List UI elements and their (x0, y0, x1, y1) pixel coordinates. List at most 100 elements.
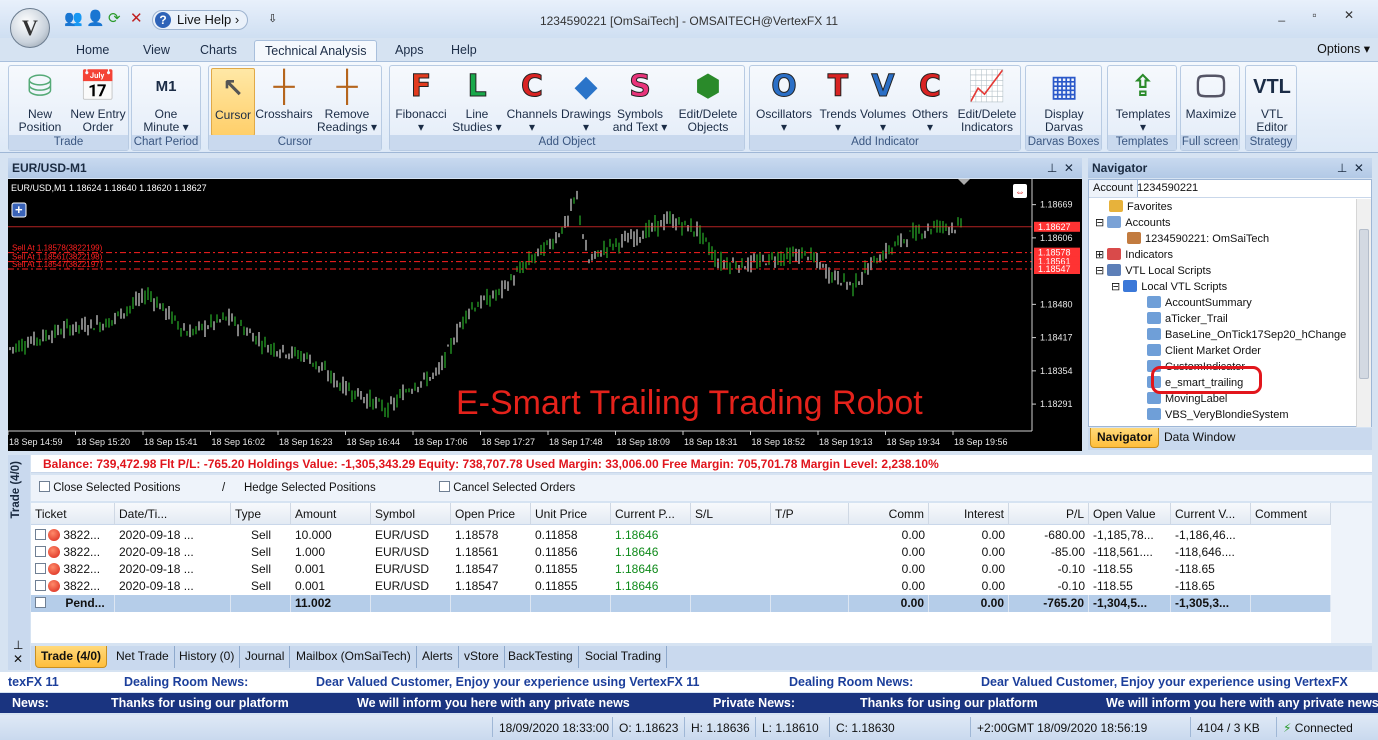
checkbox[interactable] (439, 481, 450, 492)
tree-item-vtl-local-scripts[interactable]: ⊟ VTL Local Scripts (1095, 263, 1211, 279)
drawings-button[interactable]: ◆ Drawings ▾ (560, 68, 612, 136)
column-header[interactable]: Ticket (31, 503, 115, 525)
tab-mailbox[interactable]: Mailbox (OmSaiTech) (291, 646, 417, 668)
tab-net-trade[interactable]: Net Trade (111, 646, 175, 668)
navigator-scrollbar[interactable] (1356, 199, 1371, 427)
tree-item-accounts[interactable]: ⊟ Accounts (1095, 215, 1171, 231)
row-checkbox[interactable] (35, 563, 46, 574)
tab-history[interactable]: History (0) (174, 646, 241, 668)
pending-total-row[interactable]: Pend... 11.002 0.00 0.00 -765.20 -1,304,5... -… (31, 595, 1331, 612)
table-cell: -118,561.... (1093, 545, 1153, 559)
tab-backtesting[interactable]: BackTesting (503, 646, 579, 668)
cancel-selected-orders[interactable]: Cancel Selected Orders (439, 475, 575, 501)
tab-vstore[interactable]: vStore (459, 646, 505, 668)
column-header[interactable]: Date/Ti... (115, 503, 231, 525)
column-header[interactable]: Open Value (1089, 503, 1171, 525)
table-row[interactable]: 3822... 2020-09-18 ... Sell 1.000 EUR/USD 1.1… (31, 544, 1331, 561)
tree-item-favorites[interactable]: Favorites (1109, 199, 1172, 215)
row-checkbox[interactable] (35, 529, 46, 540)
checkbox[interactable] (39, 481, 50, 492)
tab-home[interactable]: Home (66, 40, 119, 62)
column-header[interactable]: Unit Price (531, 503, 611, 525)
row-checkbox[interactable] (35, 580, 46, 591)
new-entry-order-button[interactable]: 📅 New Entry Order (67, 68, 129, 136)
display-darvas-boxes-button[interactable]: ▦ Display Darvas Boxes (1028, 68, 1100, 147)
table-row[interactable]: 3822... 2020-09-18 ... Sell 0.001 EUR/USD 1.1… (31, 561, 1331, 578)
edit-delete-indicators-button[interactable]: 📈 Edit/Delete Indicators (954, 68, 1020, 136)
price-chart[interactable]: Sell At 1.18578(3822199) Sell At 1.18561(… (8, 179, 1082, 451)
pin-close-icons[interactable]: ⊥ ✕ (13, 638, 23, 666)
tab-alerts[interactable]: Alerts (417, 646, 459, 668)
volumes-button[interactable]: V Volumes ▾ (858, 68, 908, 136)
table-cell (771, 527, 849, 544)
new-position-button[interactable]: ⛁ New Position (11, 68, 69, 136)
chart-canvas[interactable]: Sell At 1.18578(3822199)Sell At 1.18561(… (8, 179, 1082, 451)
channels-button[interactable]: C Channels ▾ (504, 68, 560, 136)
remove-readings-button[interactable]: ┼ Remove Readings ▾ (315, 68, 379, 136)
column-header[interactable]: Current V... (1171, 503, 1251, 525)
column-header[interactable]: Comment (1251, 503, 1331, 525)
column-header[interactable]: Comm (849, 503, 929, 525)
maximize-button[interactable]: 🖵 Maximize (1183, 68, 1239, 136)
tab-social-trading[interactable]: Social Trading (580, 646, 668, 668)
others-button[interactable]: C Others ▾ (908, 68, 952, 136)
column-header[interactable]: P/L (1009, 503, 1089, 525)
tree-item-script[interactable]: AccountSummary (1147, 295, 1252, 311)
tree-item-script[interactable]: Client Market Order (1147, 343, 1261, 359)
oscillators-button[interactable]: O Oscillators ▾ (752, 68, 816, 136)
tree-item-indicators[interactable]: ⊞ Indicators (1095, 247, 1173, 263)
column-header[interactable]: Symbol (371, 503, 451, 525)
symbols-text-button[interactable]: S Symbols and Text ▾ (612, 68, 668, 136)
options-menu[interactable]: Options ▾ (1317, 41, 1370, 56)
indicators-icon (1107, 248, 1122, 260)
tab-trade[interactable]: Trade (4/0) (35, 646, 108, 668)
column-header[interactable]: Type (231, 503, 291, 525)
news-ticker-dealing: texFX 11 Dealing Room News: Dear Valued … (0, 672, 1378, 692)
scroll-thumb[interactable] (1359, 229, 1369, 379)
pin-close-icons[interactable]: ⊥ ✕ (1337, 158, 1364, 178)
trends-button[interactable]: T Trends ▾ (816, 68, 860, 136)
hedge-selected-positions[interactable]: Hedge Selected Positions (244, 475, 376, 501)
tree-item-account[interactable]: 1234590221: OmSaiTech (1127, 231, 1269, 247)
vtl-editor-button[interactable]: VTL VTL Editor (1248, 68, 1296, 136)
label: Objects (687, 120, 729, 134)
templates-button[interactable]: ⇪ Templates ▾ (1110, 68, 1176, 136)
column-header[interactable]: Current P... (611, 503, 691, 525)
app-logo-button[interactable]: V (10, 8, 50, 48)
edit-delete-objects-button[interactable]: ⬢ Edit/Delete Objects (674, 68, 742, 136)
tree-item-script[interactable]: VBS_VeryBlondieSystem (1147, 407, 1289, 423)
tab-help[interactable]: Help (441, 40, 487, 62)
tree-item-script[interactable]: BaseLine_OnTick17Sep20_hChange (1147, 327, 1346, 343)
tab-charts[interactable]: Charts (190, 40, 247, 62)
column-header[interactable]: T/P (771, 503, 849, 525)
one-minute-button[interactable]: M1 One Minute ▾ (134, 68, 198, 136)
column-header[interactable]: Amount (291, 503, 371, 525)
cursor-button[interactable]: ↖ Cursor (211, 68, 255, 136)
tab-technical-analysis[interactable]: Technical Analysis (254, 40, 378, 62)
sell-price-tag: 1.18547 (1038, 264, 1071, 274)
tab-apps[interactable]: Apps (385, 40, 434, 62)
window-controls[interactable]: _ ▫ ✕ (1278, 8, 1366, 22)
line-studies-button[interactable]: L Line Studies ▾ (450, 68, 504, 136)
fibonacci-button[interactable]: F Fibonacci ▾ (392, 68, 450, 136)
tab-data-window[interactable]: Data Window (1158, 428, 1241, 448)
tab-view[interactable]: View (133, 40, 180, 62)
pin-close-icons[interactable]: ⊥ ✕ (1047, 158, 1074, 178)
table-row[interactable]: 3822... 2020-09-18 ... Sell 10.000 EUR/USD 1.… (31, 527, 1331, 544)
row-checkbox[interactable] (35, 546, 46, 557)
table-cell (771, 544, 849, 561)
tree-item-script[interactable]: aTicker_Trail (1147, 311, 1228, 327)
time-tick-label: 18 Sep 19:34 (887, 437, 941, 447)
group-templates: ⇪ Templates ▾ Templates (1107, 65, 1177, 151)
table-row[interactable]: 3822... 2020-09-18 ... Sell 0.001 EUR/USD 1.1… (31, 578, 1331, 595)
volumes-icon: V (871, 69, 895, 105)
column-header[interactable]: S/L (691, 503, 771, 525)
column-header[interactable]: Interest (929, 503, 1009, 525)
crosshairs-button[interactable]: ┼ Crosshairs (255, 68, 313, 136)
row-checkbox[interactable] (35, 597, 46, 608)
tab-navigator[interactable]: Navigator (1090, 428, 1160, 448)
close-selected-positions[interactable]: Close Selected Positions (39, 475, 180, 501)
tree-item-local-vtl-scripts[interactable]: ⊟ Local VTL Scripts (1111, 279, 1227, 295)
column-header[interactable]: Open Price (451, 503, 531, 525)
tab-journal[interactable]: Journal (240, 646, 291, 668)
